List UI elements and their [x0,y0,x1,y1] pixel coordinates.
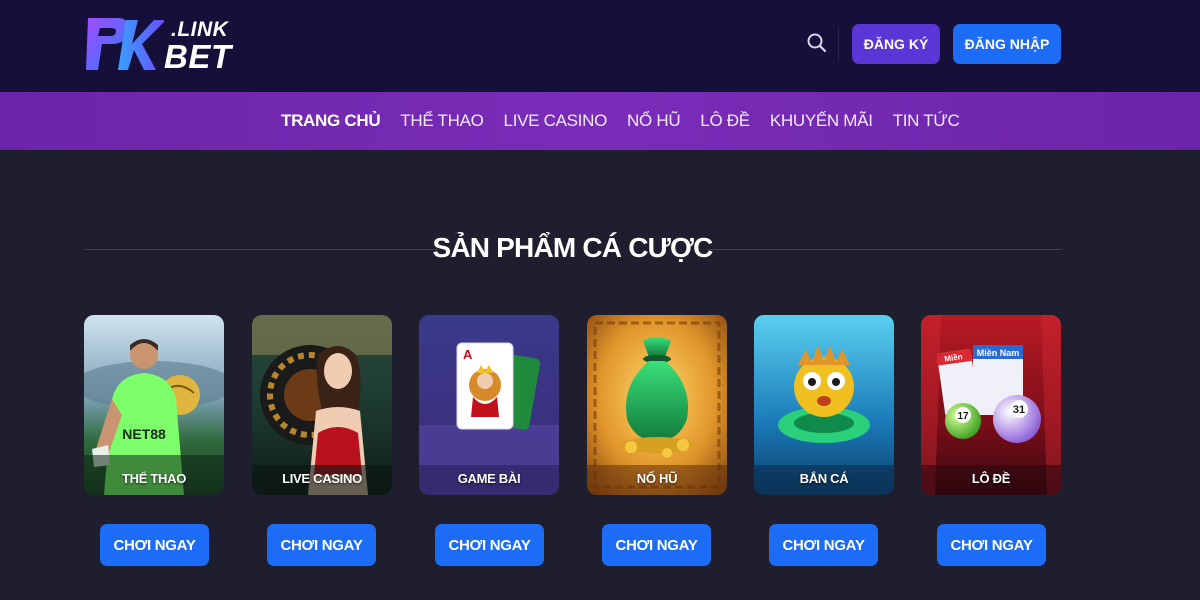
ball-number-17: 17 [957,411,969,422]
nav-items: TRANG CHỦ THỂ THAO LIVE CASINO NỔ HŨ LÔ … [281,92,960,150]
card-label-card-games: GAME BÀI [457,471,521,486]
card-label-sports: THỂ THAO [121,471,187,486]
product-card-slots[interactable]: NỔ HŨ [587,315,727,495]
card-label-slots: NỔ HŨ [636,471,678,486]
site-header: .LINK BET ĐĂNG KÝ ĐĂNG NHẬP [0,0,1200,92]
product-card-live-casino[interactable]: LIVE CASINO [252,315,392,495]
search-icon [807,33,827,53]
products-heading: SẢN PHẨM CÁ CƯỢC [84,226,1061,274]
nav-item-live-casino[interactable]: LIVE CASINO [504,111,608,131]
main-nav: TRANG CHỦ THỂ THAO LIVE CASINO NỔ HŨ LÔ … [0,92,1200,150]
slots-money-bag-image [587,315,727,495]
header-divider [838,26,839,62]
lottery-image: Miền Miền Nam 17 31 [921,315,1061,495]
card-label-fish-shooting: BẮN CÁ [799,471,849,486]
section-title: SẢN PHẨM CÁ CƯỢC [432,232,713,263]
site-logo[interactable]: .LINK BET [84,14,244,75]
product-card-lottery[interactable]: Miền Miền Nam 17 31 LÔ ĐỀ [921,315,1061,495]
logo-bet-text: BET [164,38,232,75]
live-casino-dealer-image [252,315,392,495]
jersey-text: NET88 [122,426,166,442]
search-button[interactable] [804,30,830,56]
nav-item-news[interactable]: TIN TỨC [893,111,960,131]
play-button-sports[interactable]: CHƠI NGAY [100,524,209,566]
nav-item-slots[interactable]: NỔ HŨ [627,111,681,131]
card-corner-a: A [463,347,473,362]
play-button-fish-shooting[interactable]: CHƠI NGAY [769,524,878,566]
play-button-card-games[interactable]: CHƠI NGAY [435,524,544,566]
card-label-live-casino: LIVE CASINO [282,471,362,486]
card-games-image: A [419,315,559,495]
fish-shooting-image [754,315,894,495]
ball-number-31: 31 [1013,404,1025,416]
nav-item-home[interactable]: TRANG CHỦ [281,111,381,131]
logo-mark [86,18,164,70]
play-button-slots[interactable]: CHƠI NGAY [602,524,711,566]
card-label-lottery: LÔ ĐỀ [971,471,1011,486]
play-button-live-casino[interactable]: CHƠI NGAY [267,524,376,566]
play-button-lottery[interactable]: CHƠI NGAY [937,524,1046,566]
ticket-text: Miền Nam [977,348,1020,358]
product-card-sports[interactable]: NET88 THỂ THAO [84,315,224,495]
register-button[interactable]: ĐĂNG KÝ [852,24,940,64]
nav-item-lottery[interactable]: LÔ ĐỀ [700,111,750,131]
product-card-fish-shooting[interactable]: BẮN CÁ [754,315,894,495]
sports-player-image: NET88 [84,315,224,495]
login-button[interactable]: ĐĂNG NHẬP [953,24,1061,64]
nav-item-promotions[interactable]: KHUYẾN MÃI [770,111,873,131]
product-card-card-games[interactable]: A GAME BÀI [419,315,559,495]
nav-item-sports[interactable]: THỂ THAO [400,111,484,131]
